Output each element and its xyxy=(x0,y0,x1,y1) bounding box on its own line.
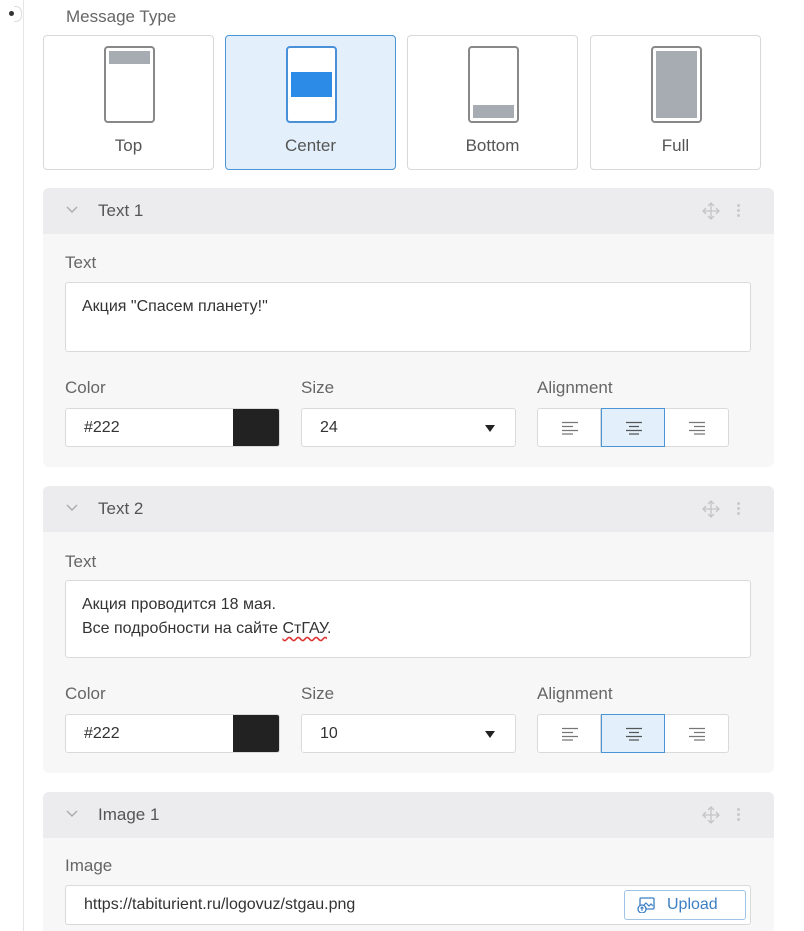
image-url-value: https://tabiturient.ru/logovuz/stgau.png xyxy=(84,896,356,913)
color-value: #222 xyxy=(84,725,120,742)
size-select[interactable]: 10 xyxy=(301,714,516,753)
text-2-panel: Text 2 Text Акция проводится 18 мая. Все… xyxy=(43,486,774,773)
alignment-group xyxy=(537,408,729,447)
image-label: Image xyxy=(65,856,113,875)
color-label: Color xyxy=(65,378,106,397)
layout-bottom-icon xyxy=(468,46,519,123)
upload-image-icon xyxy=(637,897,655,913)
move-icon[interactable] xyxy=(702,202,720,220)
panel-header[interactable]: Text 1 xyxy=(43,188,774,234)
align-right-button[interactable] xyxy=(665,714,729,753)
message-type-full-label: Full xyxy=(661,136,690,155)
text-input[interactable]: Акция проводится 18 мая. Все подробности… xyxy=(65,580,751,658)
layout-full-icon xyxy=(651,46,702,123)
chevron-down-icon[interactable] xyxy=(65,807,79,821)
align-right-icon xyxy=(689,421,705,435)
color-swatch[interactable] xyxy=(233,409,279,446)
align-center-icon xyxy=(626,727,642,741)
panel-header[interactable]: Text 2 xyxy=(43,486,774,532)
panel-title: Text 1 xyxy=(98,201,144,220)
chevron-down-icon[interactable] xyxy=(65,203,79,217)
color-input[interactable]: #222 xyxy=(65,714,280,753)
collapse-tab[interactable] xyxy=(14,6,22,22)
dropdown-caret-icon xyxy=(485,731,495,738)
message-type-center-label: Center xyxy=(284,136,337,155)
layout-center-icon xyxy=(286,46,337,123)
size-value: 24 xyxy=(320,419,338,436)
upload-button[interactable]: Upload xyxy=(624,890,746,920)
message-type-top-label: Top xyxy=(114,136,143,155)
panel-header[interactable]: Image 1 xyxy=(43,792,774,838)
text-input[interactable]: Акция "Спасем планету!" xyxy=(65,282,751,352)
text-line: Все подробности на сайте СтГАУ. xyxy=(82,617,734,641)
text-segment: . xyxy=(326,620,332,637)
message-type-bottom-label: Bottom xyxy=(465,136,520,155)
message-type-full[interactable]: Full xyxy=(590,35,761,170)
text-1-panel: Text 1 Text Акция "Спасем планету!" Colo… xyxy=(43,188,774,467)
size-value: 10 xyxy=(320,725,338,742)
align-center-button[interactable] xyxy=(601,408,665,447)
align-left-icon xyxy=(562,421,578,435)
message-type-label: Message Type xyxy=(66,7,177,26)
size-select[interactable]: 24 xyxy=(301,408,516,447)
move-icon[interactable] xyxy=(702,806,720,824)
left-rail xyxy=(0,0,24,931)
image-1-panel: Image 1 Image https://tabiturient.ru/log… xyxy=(43,792,774,931)
text-label: Text xyxy=(65,253,97,272)
more-vertical-icon[interactable] xyxy=(737,808,741,822)
panel-title: Image 1 xyxy=(98,805,160,824)
text-line: Акция "Спасем планету!" xyxy=(82,298,268,315)
align-center-icon xyxy=(626,421,642,435)
align-left-button[interactable] xyxy=(537,714,601,753)
dropdown-caret-icon xyxy=(485,425,495,432)
color-label: Color xyxy=(65,684,106,703)
alignment-group xyxy=(537,714,729,753)
upload-label: Upload xyxy=(667,896,718,913)
text-label: Text xyxy=(65,552,97,571)
layout-top-icon xyxy=(104,46,155,123)
align-right-button[interactable] xyxy=(665,408,729,447)
panel-title: Text 2 xyxy=(98,499,144,518)
color-value: #222 xyxy=(84,419,120,436)
align-center-button[interactable] xyxy=(601,714,665,753)
more-vertical-icon[interactable] xyxy=(737,204,741,218)
alignment-label: Alignment xyxy=(537,684,613,703)
align-right-icon xyxy=(689,727,705,741)
size-label: Size xyxy=(301,684,335,703)
bullet-dot xyxy=(9,11,14,16)
message-type-top[interactable]: Top xyxy=(43,35,214,170)
message-type-center[interactable]: Center xyxy=(225,35,396,170)
misspelled-word: СтГАУ xyxy=(282,620,327,637)
image-url-input[interactable]: https://tabiturient.ru/logovuz/stgau.png… xyxy=(65,885,751,925)
align-left-icon xyxy=(562,727,578,741)
move-icon[interactable] xyxy=(702,500,720,518)
color-input[interactable]: #222 xyxy=(65,408,280,447)
size-label: Size xyxy=(301,378,335,397)
text-line: Акция проводится 18 мая. xyxy=(82,596,276,613)
alignment-label: Alignment xyxy=(537,378,613,397)
color-swatch[interactable] xyxy=(233,715,279,752)
align-left-button[interactable] xyxy=(537,408,601,447)
message-type-bottom[interactable]: Bottom xyxy=(407,35,578,170)
text-segment: Все подробности на сайте xyxy=(82,620,283,637)
chevron-down-icon[interactable] xyxy=(65,501,79,515)
more-vertical-icon[interactable] xyxy=(737,502,741,516)
